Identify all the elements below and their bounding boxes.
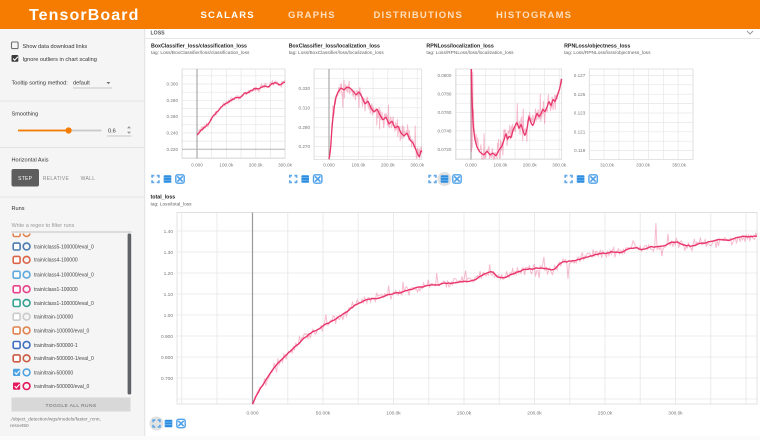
svg-text:default: default [73,81,90,87]
svg-text:0.125: 0.125 [574,92,586,97]
svg-text:300.0k: 300.0k [410,163,424,168]
svg-text:100.0k: 100.0k [386,411,401,417]
svg-text:GRAPHS: GRAPHS [288,10,336,21]
svg-text:300.0k: 300.0k [552,163,566,168]
svg-text:RPNLoss/localization_loss: RPNLoss/localization_loss [426,44,493,50]
svg-text:300.0k: 300.0k [278,163,292,168]
svg-text:Ignore outliers in chart scali: Ignore outliers in chart scaling [23,57,97,63]
svg-text:train/train-500000: train/train-500000 [34,370,73,376]
svg-text:./object_detection/wgs/models/: ./object_detection/wgs/models/faster_rcn… [10,417,101,423]
svg-text:Smoothing: Smoothing [12,112,39,118]
svg-text:0.900: 0.900 [161,334,173,340]
svg-text:tag: Loss/BoxClassifier/loss/l: tag: Loss/BoxClassifier/loss/localizatio… [289,50,385,56]
svg-text:HISTOGRAMS: HISTOGRAMS [496,10,572,21]
svg-text:0.260: 0.260 [167,114,179,119]
svg-text:total_loss: total_loss [151,195,176,201]
svg-text:1.10: 1.10 [164,292,174,298]
svg-text:train/train-500000-1: train/train-500000-1 [34,343,78,349]
svg-text:tag: Loss/RPNLoss/loss/objectn: tag: Loss/RPNLoss/loss/objectness_loss [564,50,651,56]
svg-text:310.0k: 310.0k [600,163,614,168]
svg-text:resnet50: resnet50 [10,423,29,429]
svg-text:330.0k: 330.0k [636,163,650,168]
svg-text:1.40: 1.40 [164,229,174,235]
svg-text:train/train-100000/eval_0: train/train-100000/eval_0 [34,328,90,334]
svg-text:0.700: 0.700 [161,376,173,382]
svg-text:200.0k: 200.0k [523,163,537,168]
svg-text:150.0k: 150.0k [457,411,472,417]
svg-text:tag: Loss/total_loss: tag: Loss/total_loss [151,202,193,208]
svg-text:train/train-500000-1/eval_0: train/train-500000-1/eval_0 [34,356,94,362]
svg-text:200.0k: 200.0k [381,163,395,168]
svg-text:train/class5-100000/eval_0: train/class5-100000/eval_0 [34,244,94,250]
svg-text:0.300: 0.300 [167,82,179,87]
svg-text:train/class1-100000/eval_0: train/class1-100000/eval_0 [34,301,94,307]
svg-text:Tooltip sorting method:: Tooltip sorting method: [12,81,69,87]
svg-text:0.270: 0.270 [299,144,311,149]
svg-text:0.000: 0.000 [465,163,477,168]
svg-text:200.0k: 200.0k [249,163,263,168]
svg-text:200.0k: 200.0k [527,411,542,417]
svg-text:100.0k: 100.0k [494,163,508,168]
svg-text:train/train-500000/eval_0: train/train-500000/eval_0 [34,384,90,390]
svg-text:0.290: 0.290 [299,125,311,130]
svg-text:train/class4-100000: train/class4-100000 [34,258,78,264]
svg-text:Write a regex to filter runs: Write a regex to filter runs [12,223,75,229]
svg-text:1.30: 1.30 [164,250,174,256]
svg-text:0.000: 0.000 [323,163,335,168]
svg-text:0.240: 0.240 [167,131,179,136]
svg-text:BoxClassifier_loss/localizatio: BoxClassifier_loss/localization_loss [289,44,380,50]
svg-text:LOSS: LOSS [151,31,166,37]
svg-text:0.0800: 0.0800 [437,73,451,78]
svg-text:50.00k: 50.00k [316,411,331,417]
svg-text:250.0k: 250.0k [598,411,613,417]
svg-text:Show data download links: Show data download links [23,44,88,50]
svg-text:STEP: STEP [18,176,33,182]
svg-text:RPNLoss/objectness_loss: RPNLoss/objectness_loss [564,44,630,50]
svg-text:tag: Loss/RPNLoss/loss/localiz: tag: Loss/RPNLoss/loss/localization_loss [426,50,514,56]
svg-text:0.0720: 0.0720 [437,147,451,152]
svg-text:0.330: 0.330 [299,86,311,91]
svg-text:0.123: 0.123 [574,111,586,116]
svg-text:0.310: 0.310 [299,105,311,110]
svg-text:RELATIVE: RELATIVE [43,176,70,182]
svg-text:300.0k: 300.0k [668,411,683,417]
svg-text:0.6: 0.6 [108,129,116,135]
svg-text:train/class1-100000: train/class1-100000 [34,287,78,293]
svg-text:Horizontal Axis: Horizontal Axis [12,158,49,164]
svg-text:0.119: 0.119 [574,148,586,153]
svg-text:1.00: 1.00 [164,313,174,319]
svg-text:0.121: 0.121 [574,129,586,134]
svg-text:tag: Loss/BoxClassifier/loss/c: tag: Loss/BoxClassifier/loss/classificat… [151,50,250,56]
svg-text:train/train-100000: train/train-100000 [34,315,73,321]
svg-text:0.000: 0.000 [246,411,258,417]
svg-text:0.127: 0.127 [574,73,586,78]
svg-text:DISTRIBUTIONS: DISTRIBUTIONS [374,10,464,21]
svg-text:train/class4-100000/eval_0: train/class4-100000/eval_0 [34,273,94,279]
svg-text:0.220: 0.220 [167,147,179,152]
svg-text:1.20: 1.20 [164,271,174,277]
svg-text:Runs: Runs [12,206,25,212]
svg-text:0.800: 0.800 [161,355,173,361]
svg-text:0.0780: 0.0780 [437,92,451,97]
svg-text:TOGGLE ALL RUNS: TOGGLE ALL RUNS [45,403,96,409]
svg-text:100.0k: 100.0k [219,163,233,168]
svg-text:TensorBoard: TensorBoard [29,7,139,24]
svg-text:0.280: 0.280 [167,98,179,103]
svg-text:350.0k: 350.0k [672,163,686,168]
svg-text:BoxClassifier_loss/classificat: BoxClassifier_loss/classification_loss [151,44,247,50]
svg-text:WALL: WALL [81,176,96,182]
svg-text:0.0760: 0.0760 [437,110,451,115]
svg-text:0.000: 0.000 [191,163,203,168]
svg-text:SCALARS: SCALARS [201,10,255,21]
svg-text:0.0740: 0.0740 [437,129,451,134]
svg-text:100.0k: 100.0k [352,163,366,168]
